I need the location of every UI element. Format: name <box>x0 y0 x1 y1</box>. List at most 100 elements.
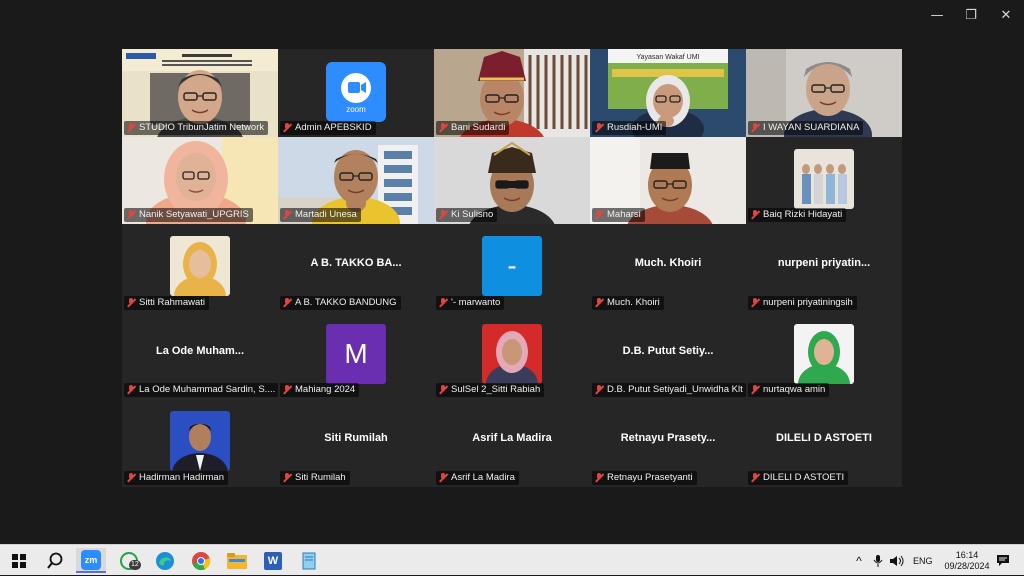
taskbar-zoom[interactable]: zm <box>76 548 106 573</box>
participant-tile[interactable]: STUDIO TribunJatim Network <box>122 49 278 137</box>
participant-avatar <box>794 148 854 209</box>
notifications-button[interactable] <box>988 548 1018 573</box>
participant-tile[interactable]: Hadirman Hadirman <box>122 399 278 487</box>
participant-name-tag: Maharsi <box>592 208 645 223</box>
mic-muted-icon <box>750 210 760 220</box>
mic-muted-icon <box>282 297 292 308</box>
participant-name: Mahiang 2024 <box>295 384 356 396</box>
taskbar-notepad[interactable] <box>294 548 324 573</box>
participant-tile[interactable]: nurtaqwa amin <box>746 311 902 400</box>
mic-muted-icon <box>282 385 292 395</box>
participant-name-tag: Hadirman Hadirman <box>124 470 229 485</box>
taskbar-word[interactable]: W <box>258 548 288 573</box>
close-button[interactable]: ✕ <box>996 6 1016 26</box>
mic-muted-icon <box>594 297 604 308</box>
participant-name-tag: STUDIO TribunJatim Network <box>124 120 269 135</box>
mic-muted-icon <box>282 210 292 220</box>
participant-name: Martadi Unesa <box>295 209 357 221</box>
participant-avatar: M <box>326 323 386 384</box>
mic-muted-icon <box>126 297 136 308</box>
participant-name-tag: Nanik Setyawati_UPGRIS <box>124 208 253 223</box>
participant-tile[interactable]: D.B. Putut Setiy... D.B. Putut Setiyadi_U… <box>590 311 746 400</box>
participant-tile[interactable]: Ki Sulisno <box>434 136 590 225</box>
participant-name-tag: Siti Rumilah <box>280 470 350 485</box>
language-indicator[interactable]: ENG <box>913 556 933 566</box>
participant-name: Baiq Rizki Hidayati <box>763 209 843 221</box>
mic-muted-icon <box>438 122 448 133</box>
search-button[interactable] <box>40 548 70 573</box>
clock-time: 16:14 <box>955 549 979 560</box>
participant-name: Rusdiah-UMI <box>607 121 663 133</box>
zoom-icon: zm <box>81 549 101 570</box>
participant-name: Nanik Setyawati_UPGRIS <box>139 209 249 221</box>
mic-muted-icon <box>438 385 448 395</box>
participant-tile[interactable]: DILELI D ASTOETI DILELI D ASTOETI <box>746 399 902 487</box>
participant-tile[interactable]: Much. Khoiri Much. Khoiri <box>590 224 746 312</box>
participant-tile[interactable]: Maharsi <box>590 136 746 225</box>
taskbar-file-explorer[interactable] <box>222 548 252 573</box>
participant-name: Asrif La Madira <box>451 471 515 483</box>
participant-name-tag: Rusdiah-UMI <box>592 120 667 135</box>
participant-tile[interactable]: I WAYAN SUARDIANA <box>746 49 902 137</box>
participant-tile[interactable]: A B. TAKKO BA... A B. TAKKO BANDUNG <box>278 224 434 312</box>
participant-tile[interactable]: Yayasan Wakaf UMI Rusdiah-UMI <box>590 49 746 137</box>
taskbar-chrome[interactable] <box>186 548 216 573</box>
participant-tile[interactable]: Martadi Unesa <box>278 136 434 225</box>
participant-name-tag: Martadi Unesa <box>280 208 361 223</box>
mic-muted-icon <box>750 122 760 133</box>
participant-name-tag: I WAYAN SUARDIANA <box>748 120 864 135</box>
participant-name-tag: Asrif La Madira <box>436 470 519 485</box>
participant-tile[interactable]: La Ode Muham... La Ode Muhammad Sardin, S… <box>122 311 278 400</box>
participant-tile[interactable]: SulSel 2_Sitti Rabiah <box>434 311 590 400</box>
taskbar-edge[interactable] <box>150 548 180 573</box>
participant-display-name: Much. Khoiri <box>634 257 702 270</box>
participant-tile[interactable]: Retnayu Prasety... Retnayu Prasetyanti <box>590 399 746 487</box>
participant-tile[interactable]: Nanik Setyawati_UPGRIS <box>122 136 278 225</box>
participant-name-tag: Mahiang 2024 <box>280 383 360 398</box>
participant-avatar <box>482 323 542 384</box>
participant-name-tag: nurtaqwa amin <box>748 383 830 398</box>
minimize-button[interactable]: — <box>927 6 947 26</box>
start-button[interactable] <box>4 548 34 573</box>
participant-name-tag: Baiq Rizki Hidayati <box>748 208 847 223</box>
clock-date: 09/28/2024 <box>944 560 990 571</box>
participant-tile[interactable]: Baiq Rizki Hidayati <box>746 136 902 225</box>
participant-name: Much. Khoiri <box>607 296 660 308</box>
speaker-icon[interactable] <box>889 554 905 568</box>
participant-tile[interactable]: zoom Admin APEBSKID <box>278 49 434 137</box>
participant-avatar <box>170 411 230 472</box>
restore-button[interactable]: ❐ <box>961 6 981 26</box>
participant-name-tag: La Ode Muhammad Sardin, S.... <box>124 383 278 398</box>
participant-avatar <box>170 236 230 297</box>
tray-overflow-chevron[interactable]: ^ <box>852 554 866 568</box>
gallery-grid: STUDIO TribunJatim Network zoom Admin APE… <box>122 49 902 487</box>
participant-display-name: Siti Rumilah <box>324 432 388 445</box>
participant-name: Sitti Rahmawati <box>139 296 205 308</box>
participant-name-tag: nurpeni priyatiningsih <box>748 295 857 310</box>
taskbar-whatsapp[interactable]: 12 <box>114 548 144 573</box>
participant-tile[interactable]: M Mahiang 2024 <box>278 311 434 400</box>
participant-tile[interactable]: Bani Sudardi <box>434 49 590 137</box>
participant-avatar: - <box>482 236 542 297</box>
participant-tile[interactable]: - '- marwanto <box>434 224 590 312</box>
participant-name-tag: Sitti Rahmawati <box>124 295 209 310</box>
clock[interactable]: 16:14 09/28/2024 <box>945 550 990 572</box>
mic-muted-icon <box>750 385 760 395</box>
participant-tile[interactable]: nurpeni priyatin... nurpeni priyatiningsi… <box>746 224 902 312</box>
participant-tile[interactable]: Asrif La Madira Asrif La Madira <box>434 399 590 487</box>
participant-tile[interactable]: Sitti Rahmawati <box>122 224 278 312</box>
mic-muted-icon <box>594 210 604 220</box>
participant-display-name: La Ode Muham... <box>155 344 244 357</box>
notification-center-icon <box>997 555 1009 566</box>
participant-name: nurpeni priyatiningsih <box>763 296 853 308</box>
microphone-icon[interactable] <box>872 554 884 568</box>
mic-muted-icon <box>750 297 760 308</box>
participant-name: '- marwanto <box>451 296 501 308</box>
participant-name: Admin APEBSKID <box>295 121 372 133</box>
participant-name: Siti Rumilah <box>295 471 346 483</box>
participant-name-tag: '- marwanto <box>436 295 505 310</box>
mic-muted-icon <box>594 472 604 483</box>
participant-tile[interactable]: Siti Rumilah Siti Rumilah <box>278 399 434 487</box>
mic-muted-icon <box>282 122 292 133</box>
notepad-icon <box>302 552 316 569</box>
